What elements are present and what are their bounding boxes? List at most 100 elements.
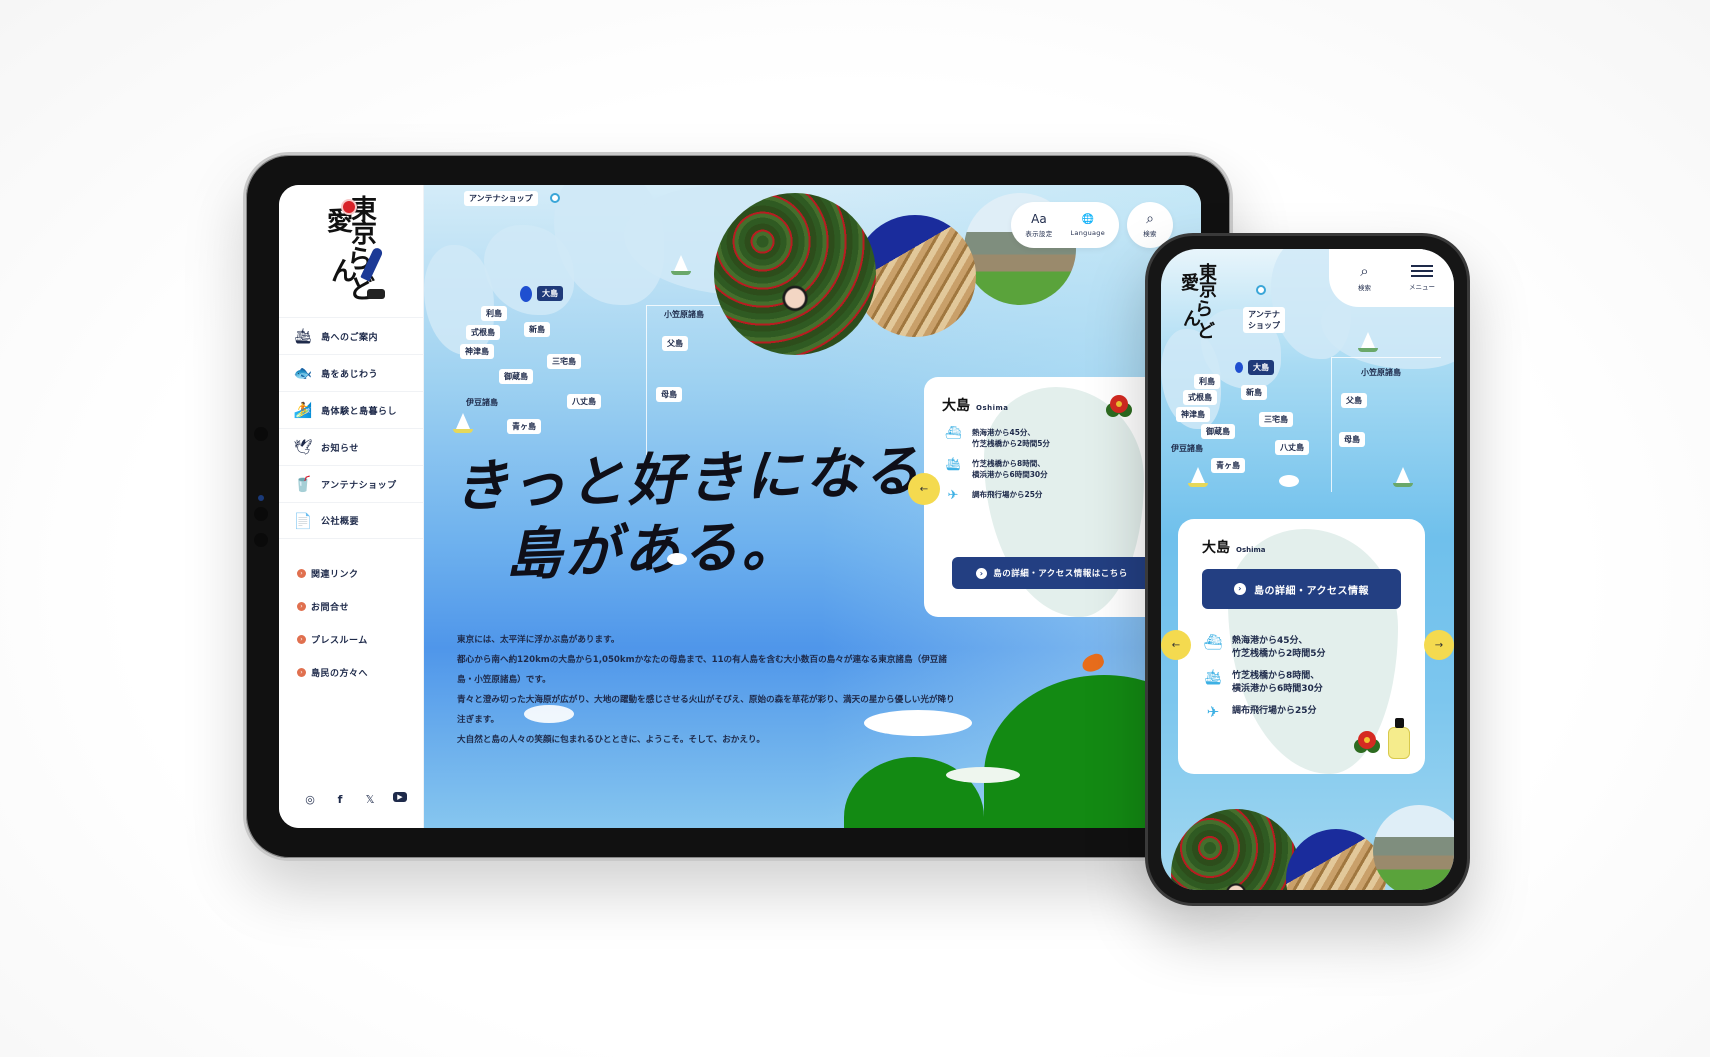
carousel-prev-button[interactable]: ← xyxy=(1161,630,1191,660)
link-contact[interactable]: › お問合せ xyxy=(297,590,368,623)
tablet-sensor xyxy=(254,507,268,521)
nav-item-news[interactable]: 🕊 お知らせ xyxy=(279,428,424,465)
ship-icon: 🛳 xyxy=(1203,668,1223,686)
access-row: 🛳 竹芝桟橋から8時間、 横浜港から6時間30分 xyxy=(942,458,1146,480)
map-label-toshima[interactable]: 利島 xyxy=(481,306,507,321)
camellia-icon xyxy=(343,201,355,213)
map-label-miyakejima[interactable]: 三宅島 xyxy=(1259,412,1293,427)
map-label-aogashima[interactable]: 青ヶ島 xyxy=(507,419,541,434)
airplane-icon: ✈ xyxy=(947,488,959,503)
map-label-chichijima[interactable]: 父島 xyxy=(662,336,688,351)
nav-item-taste[interactable]: 🐟 島をあじわう xyxy=(279,354,424,391)
x-icon[interactable]: 𝕏 xyxy=(363,792,377,806)
nav-item-antenna-shop[interactable]: 🥤 アンテナショップ xyxy=(279,465,424,502)
island-name-jp: 大島 xyxy=(942,398,970,414)
intro-paragraph: 都心から南へ約120kmの大島から1,050kmかなたの母島まで、11の有人島を… xyxy=(457,655,947,685)
nav-item-island-guide[interactable]: 🛳 島へのご案内 xyxy=(279,317,424,354)
nav-item-about[interactable]: 📄 公社概要 xyxy=(279,502,424,539)
island-detail-button[interactable]: › 島の詳細・アクセス情報 xyxy=(1202,569,1401,609)
seagull-icon: 🕊 xyxy=(293,438,313,456)
language-button[interactable]: 🌐 Language xyxy=(1071,214,1105,237)
phone-screen: 東 京 愛 ら ん ど ⌕ 検索 メニュー アンテナ ショップ 大島 利島 式根… xyxy=(1161,249,1454,890)
access-row: ⛴ 熱海港から45分、 竹芝桟橋から2時間5分 xyxy=(942,427,1146,449)
map-label-miyakejima[interactable]: 三宅島 xyxy=(547,354,581,369)
map-label-hachijojima[interactable]: 八丈島 xyxy=(567,394,601,409)
header-controls: Aa 表示設定 🌐 Language ⌕ 検索 xyxy=(1011,202,1173,248)
site-logo[interactable]: 東 京 愛 ら ん ど xyxy=(327,197,385,307)
island-detail-button[interactable]: › 島の詳細・アクセス情報はこちら xyxy=(952,557,1152,589)
tablet-camera xyxy=(258,495,264,501)
nav-item-experience[interactable]: 🏄 島体験と島暮らし xyxy=(279,391,424,428)
menu-button[interactable]: メニュー xyxy=(1409,265,1435,291)
map-label-shikinejima[interactable]: 式根島 xyxy=(466,325,500,340)
link-residents[interactable]: › 島民の方々へ xyxy=(297,656,368,689)
camellia-oil-bottle xyxy=(1388,718,1410,759)
search-button[interactable]: ⌕ 検索 xyxy=(1358,262,1371,293)
logo-char: ど xyxy=(1197,321,1215,342)
social-links: ◎ f 𝕏 ▶ xyxy=(303,792,407,806)
cloud-illustration xyxy=(864,710,972,736)
map-pin-icon[interactable] xyxy=(550,193,560,203)
map-label-toshima[interactable]: 利島 xyxy=(1194,374,1220,389)
map-label-niijima[interactable]: 新島 xyxy=(1241,385,1267,400)
speedboat-icon: ⛴ xyxy=(944,426,962,441)
island-name-jp: 大島 xyxy=(1202,540,1230,556)
ship-icon: 🛳 xyxy=(944,457,962,472)
oshima-island-shape[interactable] xyxy=(1235,362,1243,373)
map-label-hahajima[interactable]: 母島 xyxy=(656,387,682,402)
airplane-icon: ✈ xyxy=(1206,703,1220,721)
facebook-icon[interactable]: f xyxy=(333,792,347,806)
tablet-sensor xyxy=(254,427,268,441)
map-label-mikurajima[interactable]: 御蔵島 xyxy=(499,369,533,384)
tablet-screen: 東 京 愛 ら ん ど 🛳 島へのご案内 🐟 島をあじわう 🏄 島体験と島暮らし… xyxy=(279,185,1201,828)
link-label: 島民の方々へ xyxy=(311,669,369,679)
map-label-kozushima[interactable]: 神津島 xyxy=(1176,407,1210,422)
carousel-next-button[interactable]: → xyxy=(1424,630,1454,660)
hero-main: アンテナショップ 大島 利島 式根島 新島 神津島 三宅島 御蔵島 伊豆諸島 八… xyxy=(424,185,1201,828)
sailboat-icon xyxy=(453,413,473,433)
display-settings-button[interactable]: Aa 表示設定 xyxy=(1025,213,1052,238)
nav-label: 公社概要 xyxy=(321,517,360,527)
cloud-illustration xyxy=(946,767,1020,783)
access-text: 熱海港から45分、 竹芝桟橋から2時間5分 xyxy=(1232,636,1326,659)
map-label-oshima[interactable]: 大島 xyxy=(1248,360,1274,375)
link-pressroom[interactable]: › プレスルーム xyxy=(297,623,368,656)
island-detail-label: 島の詳細・アクセス情報 xyxy=(1254,585,1369,597)
link-label: お問合せ xyxy=(311,603,350,613)
map-label-oshima[interactable]: 大島 xyxy=(537,286,563,301)
map-label-hachijojima[interactable]: 八丈島 xyxy=(1275,440,1309,455)
site-logo[interactable]: 東 京 愛 ら ん ど xyxy=(1181,265,1221,345)
youtube-icon[interactable]: ▶ xyxy=(393,792,407,802)
nav-label: 島へのご案内 xyxy=(321,332,379,343)
map-label-shikinejima[interactable]: 式根島 xyxy=(1183,390,1217,405)
instagram-icon[interactable]: ◎ xyxy=(303,792,317,806)
map-label-niijima[interactable]: 新島 xyxy=(524,322,550,337)
access-row: ✈ 調布飛行場から25分 xyxy=(1202,703,1401,721)
map-label-antenna-shop[interactable]: アンテナショップ xyxy=(464,191,538,206)
map-label-hahajima[interactable]: 母島 xyxy=(1339,432,1365,447)
language-label: Language xyxy=(1070,228,1105,237)
cloud-illustration xyxy=(524,705,574,723)
chevron-right-icon: › xyxy=(297,569,306,578)
island-card: 大島 Oshima ⛴ 熱海港から45分、 竹芝桟橋から2時間5分 🛳 竹芝桟橋… xyxy=(924,377,1164,617)
oshima-island-shape[interactable] xyxy=(520,286,532,302)
map-label-mikurajima[interactable]: 御蔵島 xyxy=(1201,424,1235,439)
seagull-illustration xyxy=(1279,475,1299,487)
sidebar: 東 京 愛 ら ん ど 🛳 島へのご案内 🐟 島をあじわう 🏄 島体験と島暮らし… xyxy=(279,185,424,828)
search-icon: ⌕ xyxy=(1360,262,1369,280)
link-related[interactable]: › 関連リンク xyxy=(297,557,368,590)
carousel-prev-button[interactable]: ← xyxy=(908,473,940,505)
map-label-antenna-shop[interactable]: アンテナ ショップ xyxy=(1243,307,1285,333)
map-pin-icon[interactable] xyxy=(1256,285,1266,295)
access-info: ⛴ 熱海港から45分、 竹芝桟橋から2時間5分 🛳 竹芝桟橋から8時間、 横浜港… xyxy=(942,427,1146,503)
search-label: 検索 xyxy=(1358,284,1371,292)
map-group-izu: 伊豆諸島 xyxy=(1171,444,1203,453)
map-group-ogasawara: 小笠原諸島 xyxy=(1361,368,1401,377)
photo-volcano xyxy=(1373,805,1454,890)
nav-label: 島体験と島暮らし xyxy=(321,406,398,417)
display-settings-label: 表示設定 xyxy=(1025,229,1053,238)
map-label-kozushima[interactable]: 神津島 xyxy=(460,344,494,359)
map-label-aogashima[interactable]: 青ヶ島 xyxy=(1211,458,1245,473)
sailboat-icon xyxy=(1188,467,1208,487)
map-label-chichijima[interactable]: 父島 xyxy=(1341,393,1367,408)
